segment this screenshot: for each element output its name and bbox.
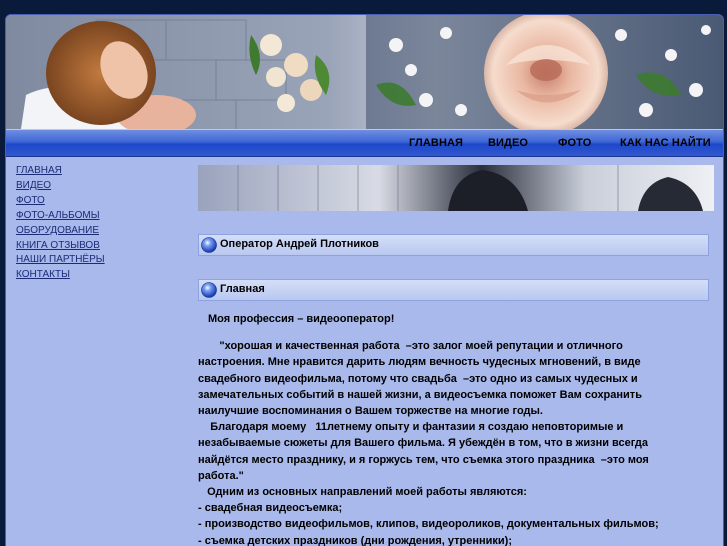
content-line: "хорошая и качественная работа –это зало… [198,340,623,353]
content-line: найдётся место празднику, и я горжусь те… [198,453,649,466]
operator-title-panel: Оператор Андрей Плотников [198,234,709,256]
content-line: незабываемые сюжеты для Вашего фильма. Я… [198,437,649,450]
content-paragraphs: "хорошая и качественная работа –это зало… [198,338,688,546]
content-line: Одним из основных направлений моей работ… [198,486,527,499]
content-line: Благодаря моему 11летнему опыту и фантаз… [198,421,624,434]
content-line: замечательных событий в нашей жизни, а в… [198,388,642,401]
operator-title: Оператор Андрей Плотников [220,238,379,250]
content-line: - производство видеофильмов, клипов, вид… [198,518,659,531]
sidebar-link-home[interactable]: ГЛАВНАЯ [16,164,105,179]
sidebar-menu: ГЛАВНАЯ ВИДЕО ФОТО ФОТО-АЛЬБОМЫ ОБОРУДОВ… [16,164,105,283]
blue-orb-icon [201,282,217,298]
content-line: - съемка детских праздников (дни рождени… [198,534,512,546]
sidebar-link-video[interactable]: ВИДЕО [16,179,105,194]
content-line: - свадебная видеосъемка; [198,502,343,515]
top-navigation-bar: ГЛАВНАЯ ВИДЕО ФОТО КАК НАС НАЙТИ [6,129,723,157]
header-photo-strip [198,165,714,211]
main-content-text: Моя профессия – видеооператор! "хорошая … [198,311,688,546]
sidebar-link-photo-albums[interactable]: ФОТО-АЛЬБОМЫ [16,209,105,224]
profession-heading: Моя профессия – видеооператор! [208,313,395,325]
sidebar-link-guestbook[interactable]: КНИГА ОТЗЫВОВ [16,239,105,254]
content-line: настроения. Мне нравится дарить людям ве… [198,356,641,369]
page-frame: ГЛАВНАЯ ВИДЕО ФОТО КАК НАС НАЙТИ ГЛАВНАЯ… [5,14,724,546]
sidebar-link-equipment[interactable]: ОБОРУДОВАНИЕ [16,224,105,239]
sidebar-link-contacts[interactable]: КОНТАКТЫ [16,268,105,283]
nav-photo[interactable]: ФОТО [558,137,591,149]
content-line: наилучшие воспоминания о Вашем торжестве… [198,405,543,418]
content-line: работа." [198,469,244,482]
nav-home[interactable]: ГЛАВНАЯ [409,137,463,149]
nav-how-to-find-us[interactable]: КАК НАС НАЙТИ [620,137,711,149]
blue-orb-icon [201,237,217,253]
nav-video[interactable]: ВИДЕО [488,137,528,149]
main-title-panel: Главная [198,279,709,301]
sidebar-link-partners[interactable]: НАШИ ПАРТНЁРЫ [16,253,105,268]
content-line: свадебного видеофильма, потому что свадь… [198,372,638,385]
sidebar-link-photo[interactable]: ФОТО [16,194,105,209]
main-title: Главная [220,283,265,295]
header-banner-image [6,15,723,129]
